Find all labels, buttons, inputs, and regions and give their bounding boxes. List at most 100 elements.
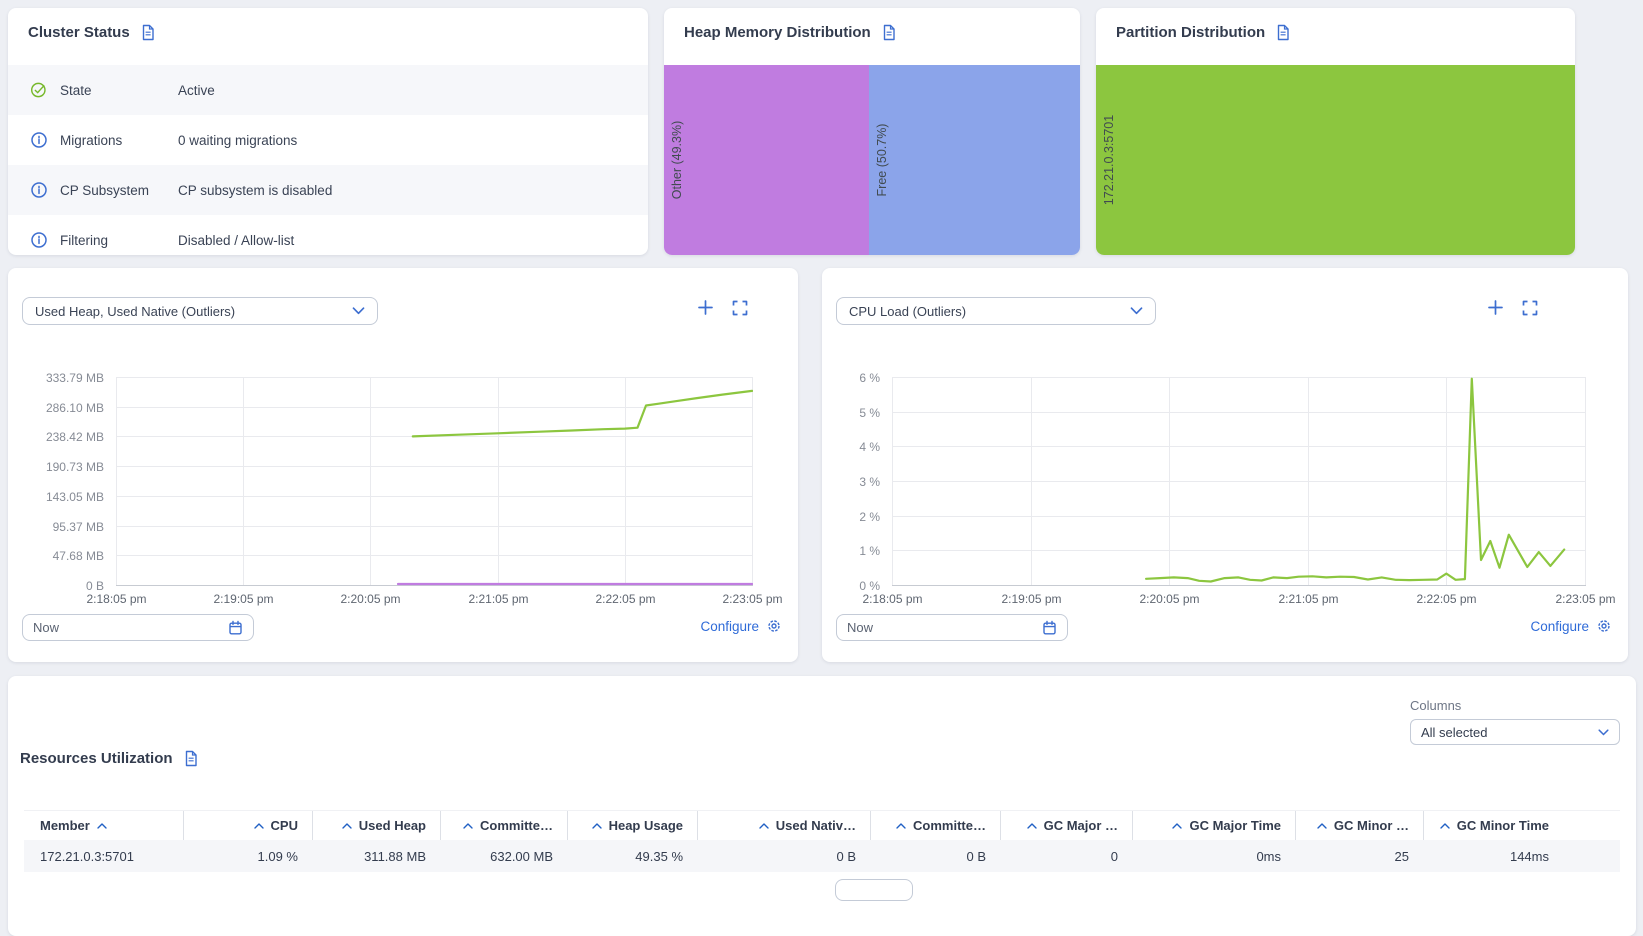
x-axis-labels: 2:18:05 pm 2:19:05 pm 2:20:05 pm 2:21:05 pm… xyxy=(86,592,782,608)
x-tick-label: 2:19:05 pm xyxy=(213,592,274,606)
column-header-used-nativ[interactable]: Used Nativ… xyxy=(697,811,870,840)
sort-caret-icon xyxy=(1440,822,1450,829)
header-filler xyxy=(1563,811,1620,840)
y-tick-label: 95.37 MB xyxy=(52,519,104,534)
x-tick-label: 2:22:05 pm xyxy=(1416,592,1477,606)
cluster-status-rows: State Active Migrations 0 waiting migration… xyxy=(8,65,648,255)
info-circle-icon xyxy=(30,181,48,199)
column-header-label: CPU xyxy=(270,818,298,833)
column-header-gc-major-time[interactable]: GC Major Time xyxy=(1132,811,1295,840)
calendar-icon[interactable] xyxy=(228,620,243,636)
x-tick-label: 2:20:05 pm xyxy=(340,592,401,606)
sort-caret-icon xyxy=(1172,822,1183,829)
metric-select[interactable]: Used Heap, Used Native (Outliers) xyxy=(22,297,378,325)
heap-chart-plot[interactable] xyxy=(116,377,754,586)
column-header-label: Used Nativ… xyxy=(775,818,856,833)
y-tick-label: 0 % xyxy=(859,578,880,593)
page-size-select[interactable] xyxy=(835,879,913,901)
document-icon[interactable] xyxy=(881,24,897,41)
member-cell: 25 xyxy=(1394,848,1409,864)
member-cell: 311.88 MB xyxy=(364,848,426,864)
configure-label: Configure xyxy=(1530,618,1589,634)
column-header-gc-minor[interactable]: GC Minor … xyxy=(1295,811,1423,840)
column-header-gc-major[interactable]: GC Major … xyxy=(1000,811,1132,840)
column-header-used-heap[interactable]: Used Heap xyxy=(312,811,440,840)
cluster-status-row: Filtering Disabled / Allow-list xyxy=(8,215,648,255)
heap-distribution-title-text: Heap Memory Distribution xyxy=(684,24,871,41)
column-header-member[interactable]: Member xyxy=(24,811,183,840)
columns-group: Columns All selected xyxy=(1410,698,1620,745)
sort-caret-icon xyxy=(1026,822,1037,829)
metric-select-value: CPU Load (Outliers) xyxy=(849,303,967,319)
column-header-cpu[interactable]: CPU xyxy=(183,811,312,840)
time-range-value: Now xyxy=(33,620,60,635)
x-tick-label: 2:21:05 pm xyxy=(468,592,529,606)
x-tick-label: 2:19:05 pm xyxy=(1001,592,1062,606)
cpu-chart-panel: CPU Load (Outliers) 6 % 5 % 4 % 3 % 2 % 1 % 0 … xyxy=(822,268,1628,662)
distribution-bar-segment[interactable]: Other (49.3%) xyxy=(664,65,870,255)
sort-caret-icon xyxy=(759,822,769,829)
configure-link[interactable]: Configure xyxy=(700,618,782,634)
resources-utilization-panel: Resources Utilization Columns All select… xyxy=(8,676,1636,936)
column-header-label: Committe… xyxy=(913,818,986,833)
configure-link[interactable]: Configure xyxy=(1530,618,1612,634)
sort-caret-icon xyxy=(253,822,264,829)
info-circle-icon xyxy=(30,131,48,149)
status-label: Filtering xyxy=(60,232,109,248)
metric-select-value: Used Heap, Used Native (Outliers) xyxy=(35,303,236,319)
status-label: State xyxy=(60,82,92,98)
columns-select[interactable]: All selected xyxy=(1410,719,1620,745)
cluster-status-card: Cluster Status State Active Migrations 0 wa… xyxy=(8,8,648,255)
series-cpu-load xyxy=(1145,377,1566,583)
cpu-chart-plot[interactable] xyxy=(892,377,1586,586)
document-icon[interactable] xyxy=(140,24,156,41)
fullscreen-icon[interactable] xyxy=(1522,299,1538,316)
add-chart-icon[interactable] xyxy=(697,299,714,316)
cluster-status-row: State Active xyxy=(8,65,648,115)
series-used-heap xyxy=(411,389,754,438)
column-header-label: GC Major Time xyxy=(1189,818,1281,833)
status-value: Disabled / Allow-list xyxy=(178,232,295,248)
x-tick-label: 2:23:05 pm xyxy=(1555,592,1616,606)
x-tick-label: 2:20:05 pm xyxy=(1139,592,1200,606)
column-header-committe[interactable]: Committe… xyxy=(870,811,1000,840)
time-range-input[interactable]: Now xyxy=(836,614,1068,641)
column-header-label: Heap Usage xyxy=(608,818,683,833)
y-tick-label: 6 % xyxy=(859,370,880,385)
status-label: Migrations xyxy=(60,132,123,148)
cluster-status-title-text: Cluster Status xyxy=(28,24,130,41)
column-header-label: Committe… xyxy=(480,818,553,833)
bar-segment-label: Free (50.7%) xyxy=(875,123,890,197)
y-tick-label: 4 % xyxy=(859,439,880,454)
member-row[interactable]: 172.21.0.3:5701 1.09 % 311.88 MB 632.00 MB 4… xyxy=(24,840,1620,872)
metric-select[interactable]: CPU Load (Outliers) xyxy=(836,297,1156,325)
sort-caret-icon xyxy=(97,822,107,829)
y-tick-label: 1 % xyxy=(859,543,880,558)
chevron-down-icon xyxy=(352,307,365,315)
document-icon[interactable] xyxy=(183,750,199,767)
column-header-heap-usage[interactable]: Heap Usage xyxy=(567,811,697,840)
column-header-gc-minor-time[interactable]: GC Minor Time xyxy=(1423,811,1563,840)
calendar-icon[interactable] xyxy=(1042,620,1057,636)
status-label: CP Subsystem xyxy=(60,182,150,198)
add-chart-icon[interactable] xyxy=(1487,299,1504,316)
x-tick-label: 2:22:05 pm xyxy=(595,592,656,606)
member-cell: 49.35 % xyxy=(635,848,683,864)
column-header-committe[interactable]: Committe… xyxy=(440,811,567,840)
resources-utilization-title-text: Resources Utilization xyxy=(20,750,173,767)
y-tick-label: 190.73 MB xyxy=(45,459,104,474)
member-cell: 144ms xyxy=(1509,848,1549,864)
gear-icon xyxy=(1596,618,1612,634)
document-icon[interactable] xyxy=(1275,24,1291,41)
distribution-bar-segment[interactable]: 172.21.0.3:5701 xyxy=(1096,65,1575,255)
status-value: 0 waiting migrations xyxy=(178,132,298,148)
chevron-down-icon xyxy=(1130,307,1143,315)
x-tick-label: 2:23:05 pm xyxy=(722,592,783,606)
fullscreen-icon[interactable] xyxy=(732,299,748,316)
distribution-bar-segment[interactable]: Free (50.7%) xyxy=(869,65,1080,255)
members-table: Member CPU Used Heap Committe… Heap Usage Use… xyxy=(24,810,1620,872)
time-range-input[interactable]: Now xyxy=(22,614,254,641)
cluster-status-title: Cluster Status xyxy=(28,24,648,41)
configure-label: Configure xyxy=(700,618,759,634)
y-tick-label: 47.68 MB xyxy=(52,548,104,563)
